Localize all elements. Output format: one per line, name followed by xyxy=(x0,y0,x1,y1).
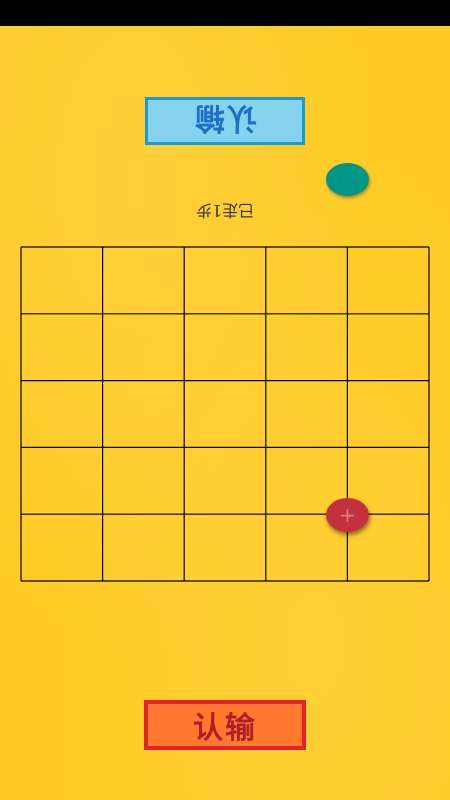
player-piece-cross-icon: + xyxy=(339,503,356,527)
game-screen: 认输 已走1步 + 认输 xyxy=(0,0,450,800)
player-resign-button[interactable]: 认输 xyxy=(144,700,306,750)
game-board-grid[interactable] xyxy=(0,0,450,800)
player-resign-label: 认输 xyxy=(193,711,257,746)
player-piece[interactable]: + xyxy=(326,498,369,532)
